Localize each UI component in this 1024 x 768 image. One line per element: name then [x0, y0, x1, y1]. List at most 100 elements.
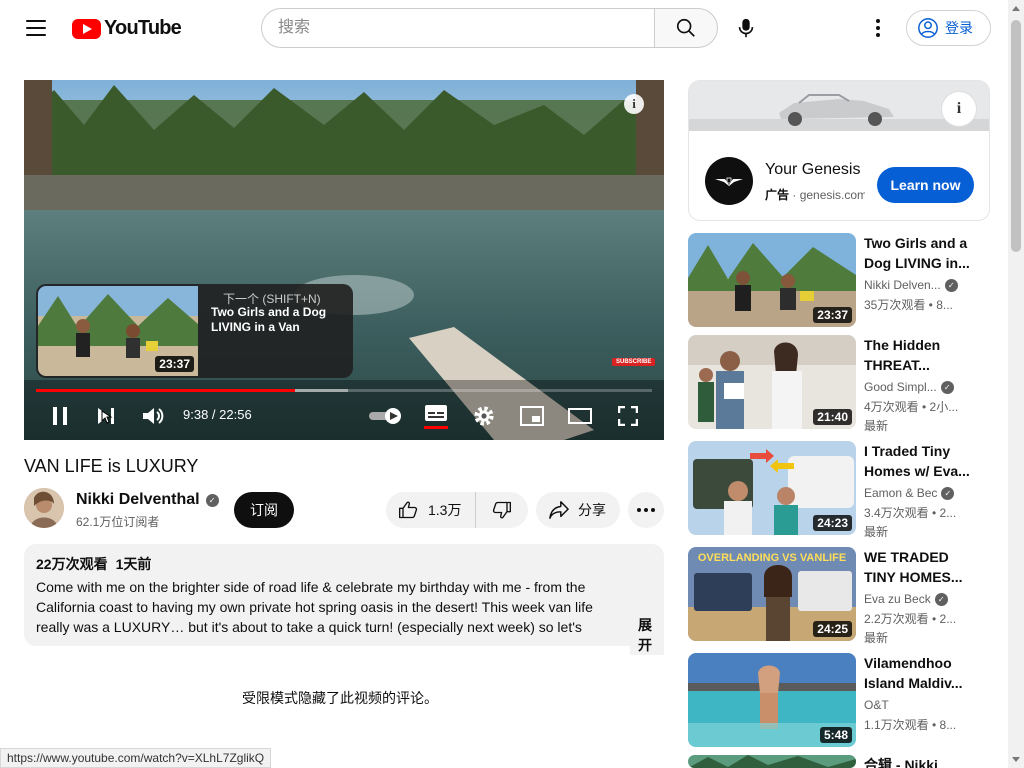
recommendation-meta: 3.4万次观看 • 2...: [864, 506, 957, 520]
search-button[interactable]: [654, 8, 718, 48]
recommendation-thumbnail: OVERLANDING VS VANLIFE 24:25: [688, 547, 856, 641]
settings-button[interactable]: [470, 402, 498, 430]
subscribe-watermark[interactable]: SUBSCRIBE: [612, 358, 656, 366]
thumbs-down-icon: [492, 501, 511, 519]
ad-info-icon[interactable]: i: [941, 91, 977, 127]
fullscreen-button[interactable]: [614, 402, 642, 430]
search-input[interactable]: [261, 8, 655, 48]
recommendation-title: Two Girls and a Dog LIVING in...: [864, 235, 970, 271]
genesis-logo: [705, 157, 753, 205]
mute-button[interactable]: [141, 402, 165, 430]
subtitles-icon: [424, 405, 448, 429]
ad-domain: genesis.com: [799, 188, 865, 202]
gear-icon: [474, 406, 494, 426]
video-title: VAN LIFE is LUXURY: [24, 456, 199, 476]
next-video-button[interactable]: [94, 402, 118, 430]
microphone-icon: [738, 18, 754, 38]
pause-button[interactable]: [48, 402, 72, 430]
search-icon: [676, 18, 695, 37]
volume-icon: [143, 408, 164, 424]
ad-card[interactable]: i Your Genesis 广告 · genesis.com Learn no…: [688, 80, 990, 221]
video-duration: 5:48: [819, 727, 852, 743]
learn-now-button[interactable]: Learn now: [877, 167, 974, 203]
recommendation-item[interactable]: 21:40 The Hidden THREAT... Good Simpl... ✓…: [688, 335, 1000, 433]
recommendation-meta: 35万次观看 • 8...: [864, 298, 953, 312]
recommendation-meta: 4万次观看 • 2小...: [864, 400, 959, 414]
page-scrollbar[interactable]: [1008, 0, 1024, 768]
subscribe-button[interactable]: 订阅: [234, 492, 294, 528]
recommendation-item[interactable]: 24:23 I Traded Tiny Homes w/ Eva... Eamon…: [688, 441, 1000, 539]
vertical-dots-icon: [876, 19, 880, 37]
youtube-logo[interactable]: YouTube: [72, 17, 182, 40]
like-button[interactable]: 1.3万: [386, 492, 476, 528]
up-next-thumbnail: 23:37: [38, 286, 198, 376]
subscriber-count: 62.1万位订阅者: [76, 515, 160, 529]
scrollbar-thumb[interactable]: [1011, 20, 1021, 252]
channel-name-text: Nikki Delventhal: [76, 491, 200, 508]
share-button[interactable]: 分享: [536, 492, 620, 528]
menu-icon[interactable]: [20, 12, 52, 44]
recommendation-thumbnail: 21:40: [688, 335, 856, 429]
expand-description-button[interactable]: 展开: [630, 615, 664, 655]
video-duration: 21:40: [813, 409, 852, 425]
new-badge: 最新: [864, 525, 889, 539]
dislike-button[interactable]: [476, 492, 528, 528]
channel-avatar[interactable]: [24, 488, 64, 528]
channel-name[interactable]: Nikki Delventhal ✓: [76, 491, 219, 509]
miniplayer-icon: [520, 406, 544, 426]
recommendation-channel: O&T: [864, 698, 889, 712]
recommendation-meta: 1.1万次观看 • 8...: [864, 718, 957, 732]
view-count: 22万次观看: [36, 556, 108, 572]
thumbs-up-icon: [399, 501, 418, 519]
up-next-card[interactable]: 23:37 下一个 (SHIFT+N) Two Girls and a Dog …: [36, 284, 353, 378]
theater-mode-button[interactable]: [566, 402, 594, 430]
recommendation-title: I Traded Tiny Homes w/ Eva...: [864, 443, 970, 479]
share-label: 分享: [578, 502, 606, 518]
sign-in-button[interactable]: 登录: [906, 10, 991, 46]
recommendation-channel: Eva zu Beck ✓: [864, 592, 948, 606]
like-count: 1.3万: [428, 502, 462, 518]
theater-icon: [568, 408, 592, 424]
autoplay-toggle[interactable]: [367, 402, 403, 430]
recommendation-channel: Good Simpl... ✓: [864, 380, 954, 394]
verified-icon: ✓: [205, 493, 219, 507]
like-dislike-group: 1.3万: [386, 492, 528, 528]
recommendation-item[interactable]: 23:37 Two Girls and a Dog LIVING in... Ni…: [688, 233, 1000, 327]
recommendation-thumbnail: 5:48: [688, 653, 856, 747]
autoplay-toggle-icon: [369, 408, 401, 424]
settings-more-button[interactable]: [862, 12, 894, 44]
voice-search-button[interactable]: [726, 8, 766, 48]
ad-badge: 广告: [765, 188, 790, 202]
account-icon: [918, 18, 938, 38]
horizontal-dots-icon: [637, 508, 655, 512]
more-actions-button[interactable]: [628, 492, 664, 528]
recommendation-channel: Nikki Delven... ✓: [864, 278, 958, 292]
youtube-play-icon: [72, 18, 101, 39]
video-player[interactable]: i SUBSCRIBE 23:37 下一个 (SHIFT+N) Two Girl…: [24, 80, 664, 440]
ad-title: Your Genesis: [765, 161, 861, 178]
recommendation-channel: Eamon & Bec ✓: [864, 486, 955, 500]
video-frame: [24, 80, 664, 440]
progress-bar[interactable]: [36, 389, 652, 392]
subtitles-button[interactable]: [422, 402, 450, 430]
up-next-duration: 23:37: [155, 356, 194, 372]
pause-icon: [53, 407, 67, 425]
recommendation-thumbnail: 23:37: [688, 233, 856, 327]
recommendation-item[interactable]: 5:48 Vilamendhoo Island Maldiv... O&T 1.1…: [688, 653, 1000, 747]
scroll-up-arrow-icon[interactable]: [1012, 6, 1020, 11]
ad-subtitle: 广告 · genesis.com: [765, 186, 865, 203]
recommendation-item[interactable]: 合辑 - Nikki: [688, 755, 1000, 768]
video-info-icon[interactable]: i: [624, 94, 644, 114]
sign-in-label: 登录: [945, 20, 973, 36]
masthead: YouTube 登录: [0, 0, 1008, 56]
description-box[interactable]: 22万次观看 1天前 Come with me on the brighter …: [24, 544, 664, 655]
scroll-down-arrow-icon[interactable]: [1012, 757, 1020, 762]
svg-text:OVERLANDING VS VANLIFE: OVERLANDING VS VANLIFE: [698, 552, 846, 564]
verified-icon: ✓: [940, 380, 954, 394]
status-bar-url: https://www.youtube.com/watch?v=XLhL7Zgl…: [0, 748, 272, 768]
recommendation-meta: 2.2万次观看 • 2...: [864, 612, 957, 626]
miniplayer-button[interactable]: [518, 402, 546, 430]
recommendation-item[interactable]: OVERLANDING VS VANLIFE 24:25 WE TRADED TI…: [688, 547, 1000, 645]
new-badge: 最新: [864, 631, 889, 645]
recommendation-thumbnail: 24:23: [688, 441, 856, 535]
